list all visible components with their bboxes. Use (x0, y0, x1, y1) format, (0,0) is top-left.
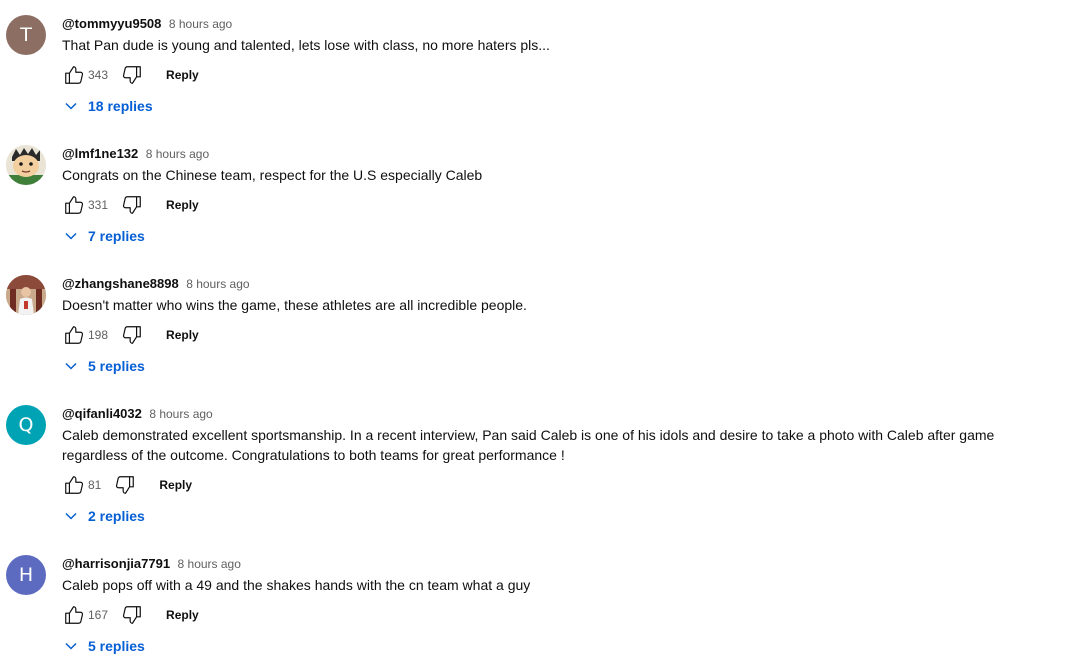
comment-header: @tommyyu9508 8 hours ago (62, 15, 1063, 33)
comment-author[interactable]: @harrisonjia7791 (62, 556, 170, 571)
like-count: 81 (88, 478, 102, 492)
comment-text: Caleb pops off with a 49 and the shakes … (62, 577, 531, 593)
cartoon-face-avatar-icon (6, 145, 46, 185)
like-icon[interactable] (62, 603, 86, 627)
comment-actions: 167 Reply (62, 603, 1063, 627)
chevron-down-icon (65, 232, 77, 240)
replies-count: 5 replies (88, 638, 145, 654)
dislike-icon[interactable] (120, 63, 144, 87)
comment-author[interactable]: @qifanli4032 (62, 406, 142, 421)
dislike-icon[interactable] (120, 193, 144, 217)
comment-header: @harrisonjia7791 8 hours ago (62, 555, 1063, 573)
comment-header: @lmf1ne132 8 hours ago (62, 145, 1063, 163)
dislike-icon[interactable] (120, 603, 144, 627)
like-count: 198 (88, 328, 109, 342)
reply-button[interactable]: Reply (166, 608, 199, 622)
view-replies-button[interactable]: 5 replies (64, 636, 1063, 656)
replies-count: 18 replies (88, 98, 153, 114)
comment-body: @tommyyu9508 8 hours ago That Pan dude i… (62, 15, 1063, 116)
avatar[interactable]: T (6, 15, 46, 55)
reply-button[interactable]: Reply (166, 198, 199, 212)
avatar[interactable]: Q (6, 405, 46, 445)
comment-actions: 198 Reply (62, 323, 1063, 347)
replies-count: 7 replies (88, 228, 145, 244)
comment-time[interactable]: 8 hours ago (178, 557, 241, 571)
comment-time[interactable]: 8 hours ago (149, 407, 212, 421)
comment-text: Caleb demonstrated excellent sportsmansh… (62, 427, 995, 463)
like-count: 167 (88, 608, 109, 622)
like-icon[interactable] (62, 473, 86, 497)
comment-text: Congrats on the Chinese team, respect fo… (62, 167, 483, 183)
view-replies-button[interactable]: 5 replies (64, 356, 1063, 376)
avatar[interactable] (6, 145, 46, 185)
comments-section: T @tommyyu9508 8 hours ago That Pan dude… (0, 0, 1073, 672)
comment-time[interactable]: 8 hours ago (146, 147, 209, 161)
comment-header: @zhangshane8898 8 hours ago (62, 275, 1063, 293)
view-replies-button[interactable]: 7 replies (64, 226, 1063, 246)
like-count: 331 (88, 198, 109, 212)
replies-count: 2 replies (88, 508, 145, 524)
avatar[interactable]: H (6, 555, 46, 595)
comment-text: Doesn't matter who wins the game, these … (62, 297, 527, 313)
comment-body: @lmf1ne132 8 hours ago Congrats on the C… (62, 145, 1063, 246)
chevron-down-icon (65, 642, 77, 650)
comment-actions: 81 Reply (62, 473, 1063, 497)
comment-body: @harrisonjia7791 8 hours ago Caleb pops … (62, 555, 1063, 656)
avatar-letter: T (20, 24, 32, 46)
like-icon[interactable] (62, 323, 86, 347)
reply-button[interactable]: Reply (166, 328, 199, 342)
chevron-down-icon (65, 102, 77, 110)
avatar-letter: H (18, 564, 34, 586)
comment-author[interactable]: @tommyyu9508 (62, 16, 161, 31)
chevron-down-icon (65, 362, 77, 370)
avatar-letter: Q (18, 414, 34, 436)
like-count: 343 (88, 68, 109, 82)
photo-avatar-icon (6, 275, 46, 315)
comment-actions: 331 Reply (62, 193, 1063, 217)
comment-body: @qifanli4032 8 hours ago Caleb demonstra… (62, 405, 1063, 526)
like-icon[interactable] (62, 63, 86, 87)
view-replies-button[interactable]: 2 replies (64, 506, 1063, 526)
dislike-icon[interactable] (120, 323, 144, 347)
reply-button[interactable]: Reply (159, 478, 192, 492)
comment-body: @zhangshane8898 8 hours ago Doesn't matt… (62, 275, 1063, 376)
dislike-icon[interactable] (113, 473, 137, 497)
comment-time[interactable]: 8 hours ago (169, 17, 232, 31)
view-replies-button[interactable]: 18 replies (64, 96, 1063, 116)
reply-button[interactable]: Reply (166, 68, 199, 82)
comment-header: @qifanli4032 8 hours ago (62, 405, 1063, 423)
avatar[interactable] (6, 275, 46, 315)
chevron-down-icon (65, 512, 77, 520)
comment-author[interactable]: @zhangshane8898 (62, 276, 179, 291)
comment-author[interactable]: @lmf1ne132 (62, 146, 138, 161)
like-icon[interactable] (62, 193, 86, 217)
comment-actions: 343 Reply (62, 63, 1063, 87)
comment-time[interactable]: 8 hours ago (186, 277, 249, 291)
comment-text: That Pan dude is young and talented, let… (62, 37, 550, 53)
replies-count: 5 replies (88, 358, 145, 374)
